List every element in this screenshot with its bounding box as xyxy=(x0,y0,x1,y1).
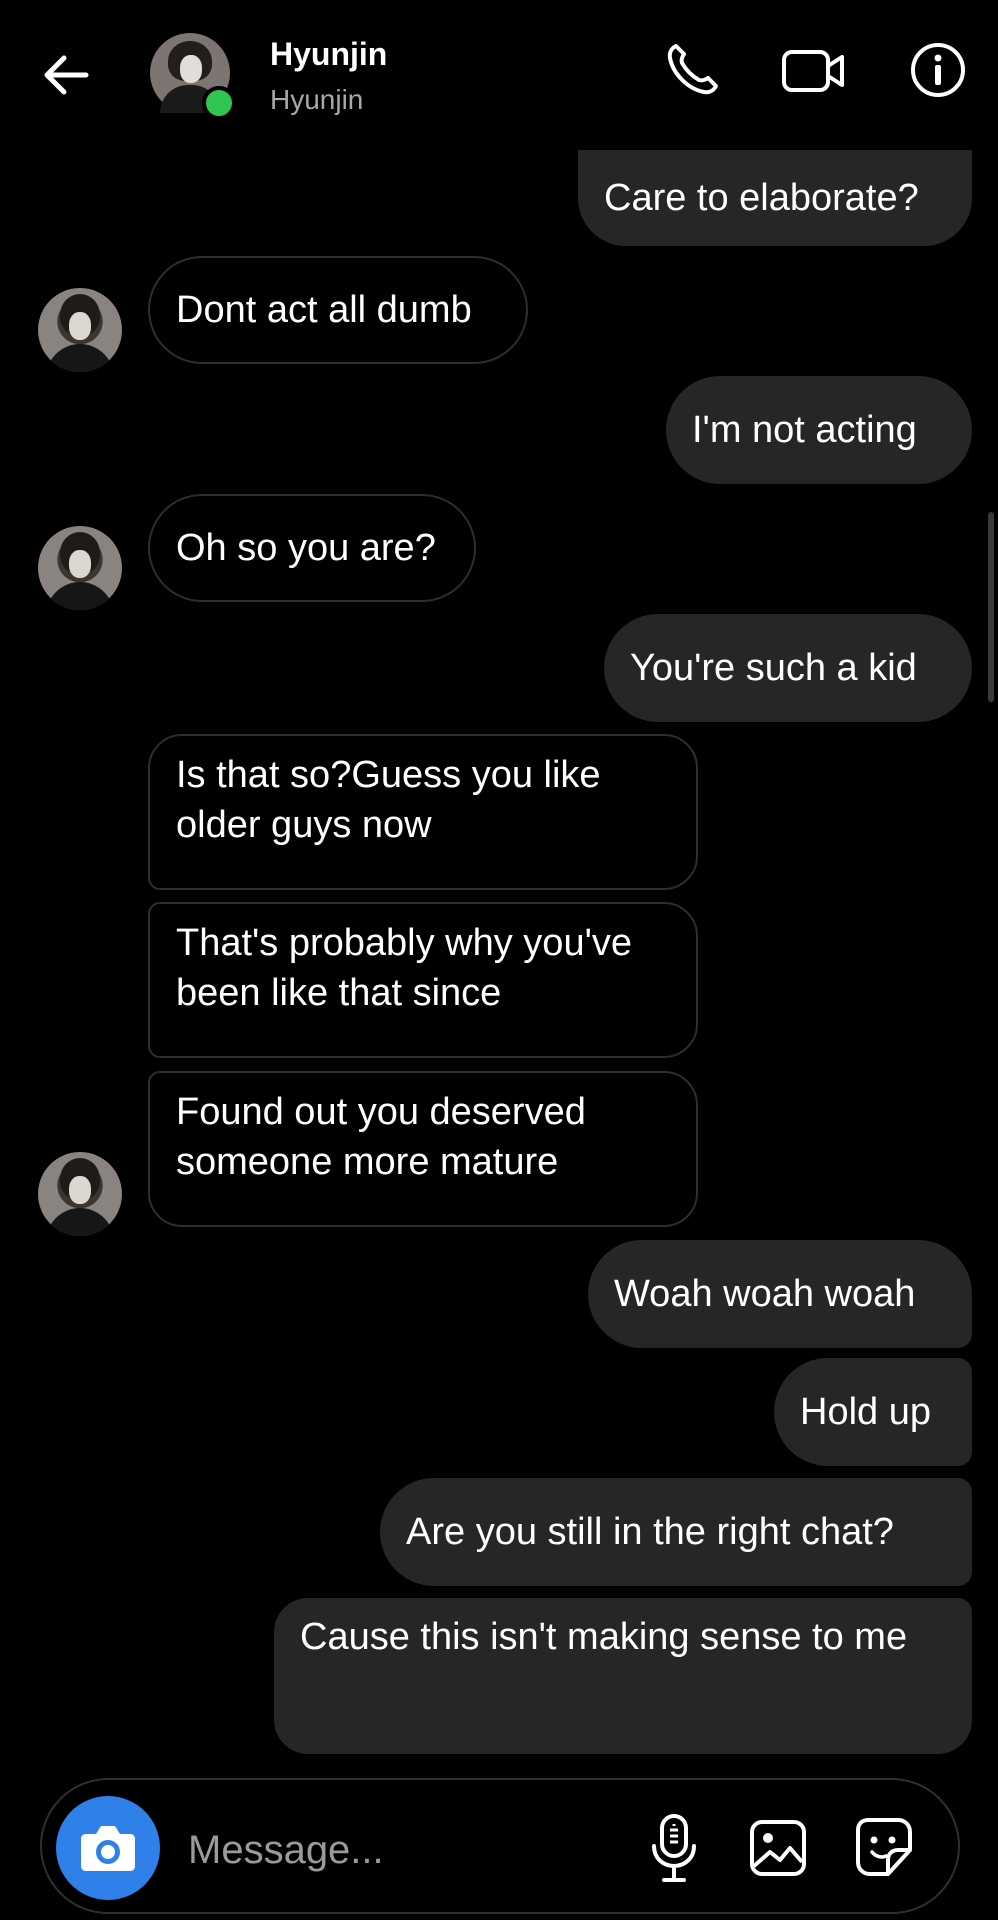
message-text: Woah woah woah xyxy=(614,1273,916,1315)
message-text: I'm not acting xyxy=(692,409,917,451)
audio-call-button[interactable] xyxy=(662,40,722,100)
microphone-icon xyxy=(652,1814,696,1882)
message-text: Found out you deserved someone more matu… xyxy=(176,1091,586,1183)
message-text: Is that so?Guess you like older guys now xyxy=(176,754,601,846)
message-input[interactable] xyxy=(186,1816,620,1884)
received-message[interactable]: Dont act all dumb xyxy=(148,256,528,364)
voice-message-button[interactable] xyxy=(642,1810,706,1886)
contact-avatar-small[interactable] xyxy=(38,526,122,610)
camera-icon xyxy=(81,1826,135,1871)
chat-header: Hyunjin Hyunjin xyxy=(0,0,998,150)
phone-icon xyxy=(667,44,718,95)
back-arrow-icon xyxy=(44,55,89,95)
message-text: Cause this isn't making sense to me xyxy=(300,1616,908,1658)
sent-message[interactable]: Are you still in the right chat? xyxy=(380,1478,972,1586)
video-call-button[interactable] xyxy=(780,40,844,100)
contact-avatar-small[interactable] xyxy=(38,288,122,372)
sticker-icon xyxy=(856,1818,912,1876)
message-text: You're such a kid xyxy=(630,647,917,689)
received-message[interactable]: Is that so?Guess you like older guys now xyxy=(148,734,698,890)
contact-username: Hyunjin xyxy=(270,84,364,115)
contact-avatar-small[interactable] xyxy=(38,1152,122,1236)
gallery-icon xyxy=(750,1820,806,1876)
message-text: Hold up xyxy=(800,1391,931,1433)
sent-message[interactable]: Woah woah woah xyxy=(588,1240,972,1348)
received-message[interactable]: Found out you deserved someone more matu… xyxy=(148,1071,698,1227)
sent-message[interactable]: Hold up xyxy=(774,1358,972,1466)
message-text: That's probably why you've been like tha… xyxy=(176,922,632,1014)
sent-message[interactable]: Care to elaborate? xyxy=(578,150,972,246)
message-text: Are you still in the right chat? xyxy=(406,1511,894,1553)
conversation-info-button[interactable] xyxy=(908,40,968,100)
gallery-button[interactable] xyxy=(746,1810,810,1886)
sent-message[interactable]: You're such a kid xyxy=(604,614,972,722)
sent-message[interactable]: I'm not acting xyxy=(666,376,972,484)
video-camera-icon xyxy=(782,50,844,92)
message-text: Oh so you are? xyxy=(176,527,436,569)
sticker-button[interactable] xyxy=(852,1810,916,1886)
scrollbar[interactable] xyxy=(988,512,994,702)
camera-button[interactable] xyxy=(56,1796,160,1900)
info-icon xyxy=(911,43,965,97)
received-message[interactable]: Oh so you are? xyxy=(148,494,476,602)
contact-name[interactable]: Hyunjin xyxy=(270,36,387,73)
received-message[interactable]: That's probably why you've been like tha… xyxy=(148,902,698,1058)
back-button[interactable] xyxy=(38,50,98,100)
online-status-dot xyxy=(202,86,236,120)
message-text: Dont act all dumb xyxy=(176,289,472,331)
sent-message[interactable]: Cause this isn't making sense to me xyxy=(274,1598,972,1754)
message-text: Care to elaborate? xyxy=(604,177,919,219)
